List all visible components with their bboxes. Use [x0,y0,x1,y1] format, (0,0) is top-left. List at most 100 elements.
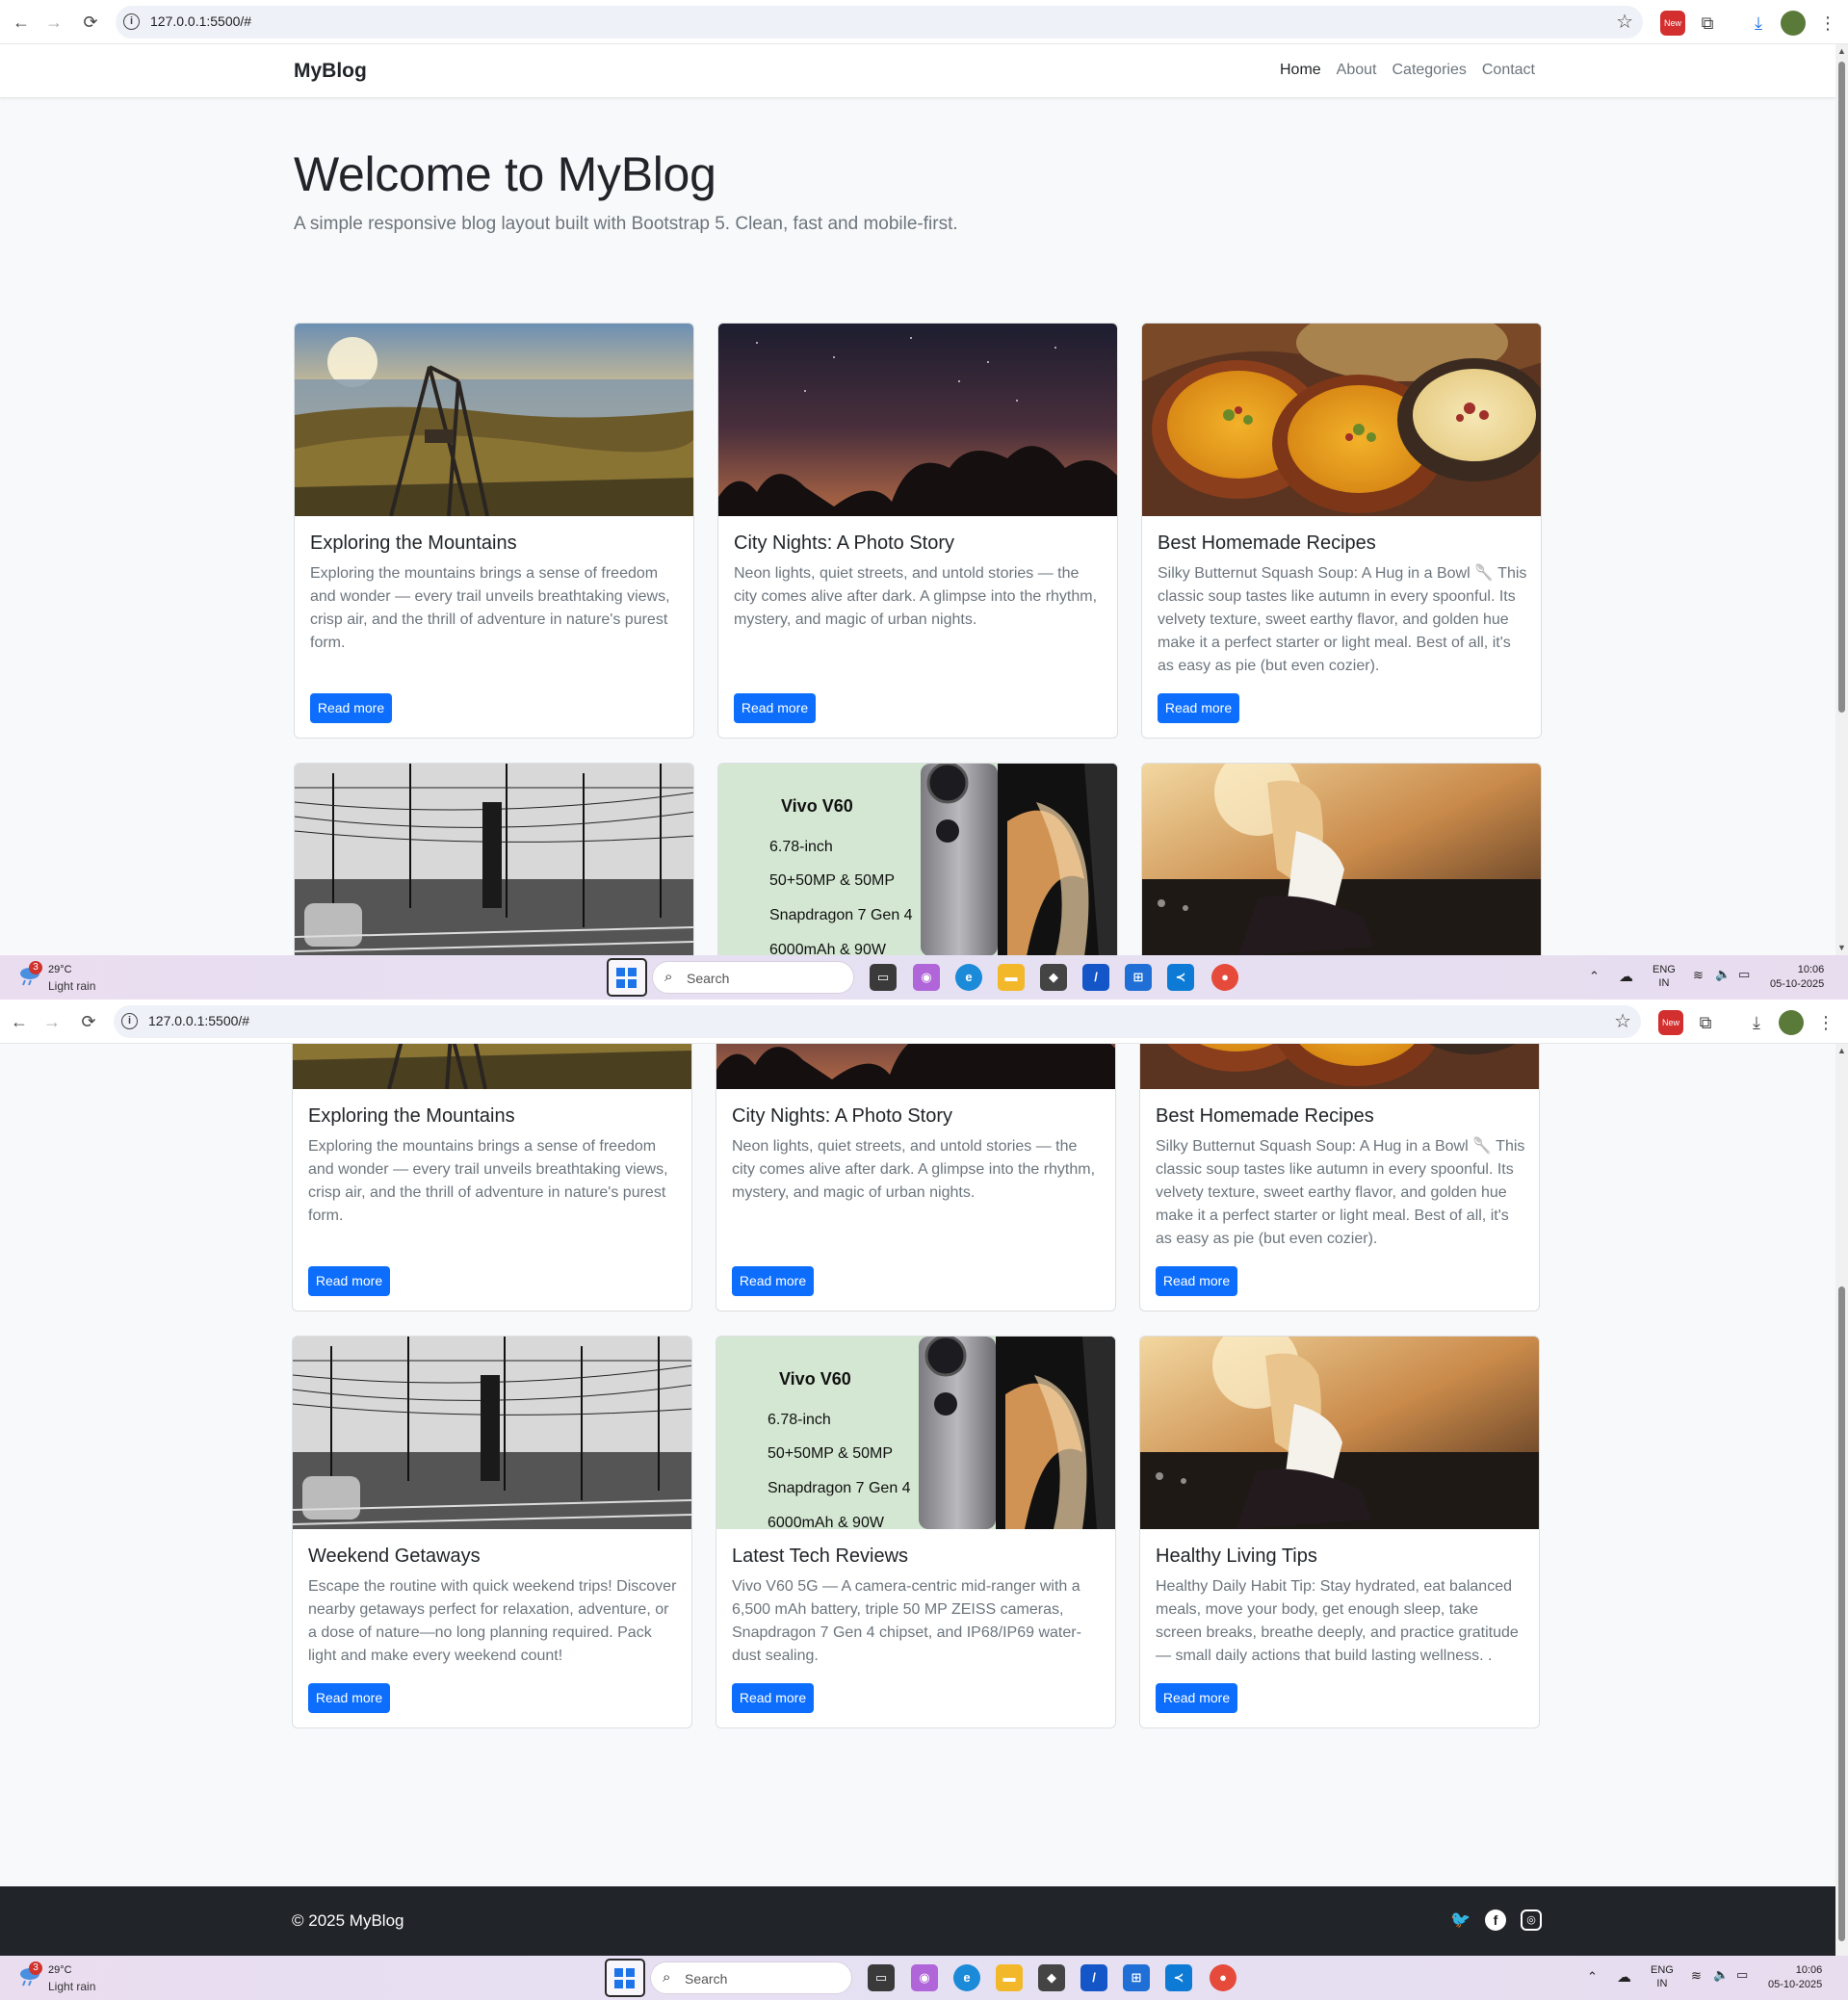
edge-browser-icon[interactable]: e [953,1964,980,1991]
weather-temp[interactable]: 29°C [48,1964,72,1976]
downloads-icon[interactable]: ⤓ [1744,1010,1769,1035]
volume-icon[interactable]: 🔈 [1713,1967,1729,1983]
nav-home[interactable]: Home [1280,62,1321,79]
back-arrow-icon[interactable]: ← [10,11,33,34]
post-card: Vivo V60 6.78-inch 50+50MP & 50MP Snapdr… [716,1336,1116,1728]
battery-icon[interactable]: ▭ [1738,967,1750,982]
nav-categories[interactable]: Categories [1392,62,1466,79]
promo-spec: 6000mAh & 90W [768,1515,885,1529]
bookmark-star-icon[interactable]: ☆ [1614,1009,1631,1033]
microsoft-store-icon[interactable]: ⊞ [1123,1964,1150,1991]
extensions-puzzle-icon[interactable]: ⧉ [1693,1010,1718,1035]
extension-new-icon[interactable]: New [1660,11,1685,36]
read-more-button[interactable]: Read more [734,693,816,723]
tray-chevron-up-icon[interactable]: ⌃ [1587,1969,1598,1985]
volume-icon[interactable]: 🔈 [1715,967,1731,982]
weather-desc[interactable]: Light rain [48,979,95,993]
vscode-icon[interactable]: ≺ [1167,964,1194,991]
instagram-icon[interactable]: ◎ [1521,1909,1542,1931]
language-indicator[interactable]: ENG IN [1651,1963,1674,1990]
site-brand[interactable]: MyBlog [294,60,367,83]
post-title: City Nights: A Photo Story [732,1105,952,1127]
file-explorer-icon[interactable]: ▬ [996,1964,1023,1991]
app-chart-icon[interactable]: / [1080,1964,1107,1991]
scroll-thumb[interactable] [1838,1286,1845,1941]
menu-kebab-icon[interactable]: ⋮ [1815,11,1840,36]
post-image-health [1142,764,1541,955]
taskbar-search[interactable]: ⌕ Search [652,961,854,994]
site-info-icon[interactable]: i [123,13,140,30]
weather-desc[interactable]: Light rain [48,1980,95,1993]
read-more-button[interactable]: Read more [732,1683,814,1713]
file-explorer-icon[interactable]: ▬ [998,964,1025,991]
post-excerpt: Healthy Daily Habit Tip: Stay hydrated, … [1156,1578,1519,1664]
nav-contact[interactable]: Contact [1482,62,1535,79]
scroll-up-icon[interactable]: ▲ [1836,1046,1847,1055]
browser-toolbar: ← → ⟳ i 127.0.0.1:5500/# ☆ New ⧉ ⤓ ⋮ [0,0,1848,44]
system-clock[interactable]: 10:06 05-10-2025 [1768,1963,1822,1992]
copilot-icon[interactable]: ◉ [913,964,940,991]
read-more-button[interactable]: Read more [308,1266,390,1296]
reload-icon[interactable]: ⟳ [79,11,102,34]
post-image-tech: Vivo V60 6.78-inch 50+50MP & 50MP Snapdr… [716,1337,1115,1529]
read-more-button[interactable]: Read more [1156,1266,1237,1296]
facebook-icon[interactable]: f [1485,1909,1506,1931]
site-info-icon[interactable]: i [121,1013,138,1029]
edge-browser-icon[interactable]: e [955,964,982,991]
windows-start-button[interactable] [607,958,647,997]
read-more-button[interactable]: Read more [1158,693,1239,723]
post-excerpt: Exploring the mountains brings a sense o… [310,565,670,651]
reload-icon[interactable]: ⟳ [77,1010,100,1033]
scroll-thumb[interactable] [1838,62,1845,713]
forward-arrow-icon[interactable]: → [40,1010,64,1033]
read-more-button[interactable]: Read more [732,1266,814,1296]
downloads-icon[interactable]: ⤓ [1746,11,1771,36]
vscode-icon[interactable]: ≺ [1165,1964,1192,1991]
taskbar-search[interactable]: ⌕ Search [650,1961,852,1994]
language-indicator[interactable]: ENG IN [1653,963,1676,990]
post-card: Weekend Getaways Escape the routine with… [292,1336,692,1728]
address-bar[interactable]: i 127.0.0.1:5500/# ☆ [116,6,1643,39]
app-cube-icon[interactable]: ◆ [1040,964,1067,991]
tray-chevron-up-icon[interactable]: ⌃ [1589,969,1600,984]
extensions-puzzle-icon[interactable]: ⧉ [1695,11,1720,36]
app-cube-icon[interactable]: ◆ [1038,1964,1065,1991]
page-scrollbar[interactable]: ▲ ▼ [1835,44,1848,955]
taskbar-search-label: Search [687,971,730,986]
read-more-button[interactable]: Read more [1156,1683,1237,1713]
chrome-icon[interactable]: ● [1210,1964,1236,1991]
read-more-button[interactable]: Read more [308,1683,390,1713]
page-scrollbar[interactable]: ▲ [1835,1044,1848,1956]
weather-temp[interactable]: 29°C [48,964,72,975]
windows-start-button[interactable] [605,1959,645,1997]
wifi-icon[interactable]: ≋ [1691,1968,1702,1984]
menu-kebab-icon[interactable]: ⋮ [1813,1010,1838,1035]
taskbar-search-label: Search [685,1971,728,1987]
wifi-icon[interactable]: ≋ [1693,968,1704,983]
onedrive-off-icon[interactable]: ☁ [1617,1968,1631,1986]
battery-icon[interactable]: ▭ [1736,1967,1748,1983]
scroll-down-icon[interactable]: ▼ [1836,943,1847,952]
extension-new-icon[interactable]: New [1658,1010,1683,1035]
back-arrow-icon[interactable]: ← [8,1010,31,1033]
post-title: Weekend Getaways [308,1545,481,1567]
address-bar[interactable]: i 127.0.0.1:5500/# ☆ [114,1005,1641,1038]
twitter-icon[interactable]: 🐦 [1450,1909,1471,1931]
copilot-icon[interactable]: ◉ [911,1964,938,1991]
bookmark-star-icon[interactable]: ☆ [1616,10,1633,34]
search-icon: ⌕ [663,1969,671,1986]
taskview-icon[interactable]: ▭ [868,1964,895,1991]
profile-avatar[interactable] [1781,11,1806,36]
taskview-icon[interactable]: ▭ [870,964,897,991]
chrome-icon[interactable]: ● [1211,964,1238,991]
nav-about[interactable]: About [1337,62,1377,79]
scroll-up-icon[interactable]: ▲ [1836,46,1847,56]
profile-avatar[interactable] [1779,1010,1804,1035]
app-chart-icon[interactable]: / [1082,964,1109,991]
onedrive-off-icon[interactable]: ☁ [1619,968,1633,985]
microsoft-store-icon[interactable]: ⊞ [1125,964,1152,991]
system-clock[interactable]: 10:06 05-10-2025 [1770,963,1824,992]
read-more-button[interactable]: Read more [310,693,392,723]
post-card: City Nights: A Photo Story Neon lights, … [716,1044,1116,1312]
forward-arrow-icon[interactable]: → [42,11,65,34]
